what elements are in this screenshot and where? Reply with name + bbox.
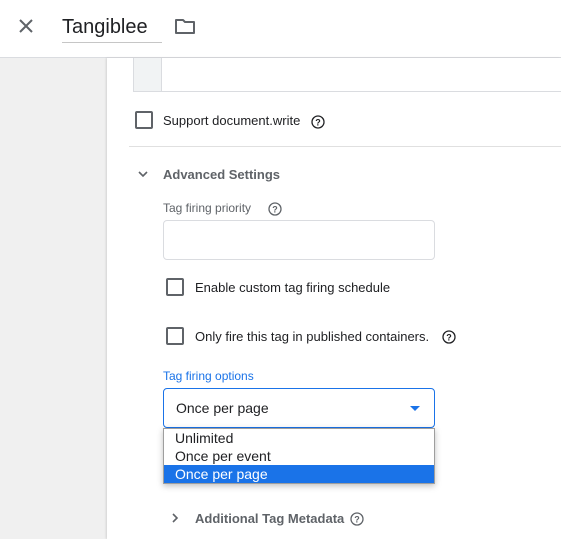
published-only-label: Only fire this tag in published containe… xyxy=(195,329,430,344)
custom-html-editor[interactable] xyxy=(133,58,561,92)
dropdown-arrow-icon xyxy=(410,406,420,411)
support-document-write-checkbox[interactable] xyxy=(135,111,153,129)
custom-schedule-checkbox[interactable] xyxy=(166,278,184,296)
tag-name-title[interactable]: Tangiblee xyxy=(62,14,162,43)
chevron-down-icon[interactable] xyxy=(136,167,150,181)
svg-text:?: ? xyxy=(354,515,360,525)
tag-configuration-panel: Support document.write ? Advanced Settin… xyxy=(107,58,561,539)
close-icon[interactable] xyxy=(14,14,38,38)
published-only-checkbox[interactable] xyxy=(166,327,184,345)
svg-text:?: ? xyxy=(446,333,452,343)
svg-text:?: ? xyxy=(315,118,321,128)
chevron-right-icon[interactable] xyxy=(168,511,182,525)
option-once-per-event[interactable]: Once per event xyxy=(164,447,434,465)
tag-firing-options-label: Tag firing options xyxy=(163,369,254,383)
tag-firing-options-dropdown: Unlimited Once per event Once per page xyxy=(163,428,435,484)
tag-firing-priority-input[interactable] xyxy=(163,220,435,260)
editor-gutter xyxy=(134,58,162,91)
help-icon[interactable]: ? xyxy=(442,330,456,344)
support-document-write-label: Support document.write xyxy=(163,113,301,128)
svg-text:?: ? xyxy=(272,205,278,215)
custom-schedule-label: Enable custom tag firing schedule xyxy=(195,280,391,295)
top-bar: Tangiblee xyxy=(0,0,561,58)
help-icon[interactable]: ? xyxy=(311,115,325,129)
folder-icon[interactable] xyxy=(173,14,197,38)
option-once-per-page[interactable]: Once per page xyxy=(164,465,434,483)
tag-firing-options-select[interactable]: Once per page xyxy=(163,388,435,428)
divider xyxy=(129,146,561,147)
left-pane xyxy=(0,58,107,539)
help-icon[interactable]: ? xyxy=(350,512,364,526)
option-unlimited[interactable]: Unlimited xyxy=(164,429,434,447)
advanced-settings-title[interactable]: Advanced Settings xyxy=(163,167,280,182)
additional-tag-metadata-title[interactable]: Additional Tag Metadata xyxy=(195,511,344,526)
tag-firing-priority-label: Tag firing priority xyxy=(163,201,252,215)
help-icon[interactable]: ? xyxy=(268,202,282,216)
selected-value: Once per page xyxy=(176,400,269,416)
